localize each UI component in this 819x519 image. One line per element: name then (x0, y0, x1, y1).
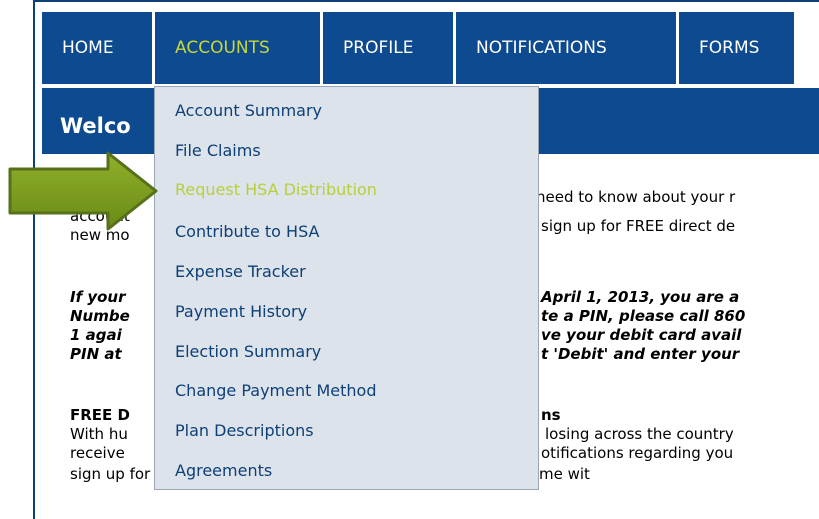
tab-forms[interactable]: FORMS (679, 12, 794, 84)
paragraph-3-heading-right: ns (541, 406, 561, 424)
tab-profile[interactable]: PROFILE (323, 12, 453, 84)
paragraph-2-line-2-right: te a PIN, please call 860 (541, 307, 746, 325)
menu-item-election-summary[interactable]: Election Summary (175, 342, 321, 361)
tab-home[interactable]: HOME (42, 12, 152, 84)
paragraph-2-line-3-right: ve your debit card avail (541, 326, 742, 344)
tab-accounts[interactable]: ACCOUNTS (155, 12, 320, 84)
tab-notifications[interactable]: NOTIFICATIONS (456, 12, 676, 84)
paragraph-3-line-2-right: otifications regarding you (541, 444, 734, 462)
paragraph-3-line-1-left: With hu (70, 425, 128, 443)
menu-item-request-hsa-distribution[interactable]: Request HSA Distribution (175, 180, 377, 199)
menu-item-account-summary[interactable]: Account Summary (175, 101, 322, 120)
paragraph-3-heading-left: FREE D (70, 406, 130, 424)
menu-item-file-claims[interactable]: File Claims (175, 141, 261, 160)
paragraph-1-line-1: need to know about your r (536, 188, 736, 206)
menu-item-change-payment-method[interactable]: Change Payment Method (175, 381, 376, 400)
paragraph-3-line-2-left: receive (70, 444, 125, 462)
menu-item-payment-history[interactable]: Payment History (175, 302, 307, 321)
paragraph-2-line-3-left: 1 agai (70, 326, 122, 344)
paragraph-2-line-1-right: April 1, 2013, you are a (541, 288, 740, 306)
menu-item-contribute-to-hsa[interactable]: Contribute to HSA (175, 222, 319, 241)
menu-item-agreements[interactable]: Agreements (175, 461, 272, 480)
menu-item-plan-descriptions[interactable]: Plan Descriptions (175, 421, 314, 440)
paragraph-2-line-4-left: PIN at (70, 345, 122, 363)
paragraph-2-line-2-left: Numbe (70, 307, 130, 325)
paragraph-2-line-1-left: If your (70, 288, 126, 306)
paragraph-2-line-4-right: t 'Debit' and enter your (541, 345, 740, 363)
menu-item-expense-tracker[interactable]: Expense Tracker (175, 262, 306, 281)
paragraph-1-line-2-right: sign up for FREE direct de (541, 217, 736, 235)
accounts-dropdown-menu: Account Summary File Claims Request HSA … (154, 86, 539, 490)
green-arrow-icon (8, 151, 158, 231)
paragraph-3-line-1-right: losing across the country (545, 425, 734, 443)
main-nav: HOME ACCOUNTS PROFILE NOTIFICATIONS FORM… (42, 12, 797, 84)
welcome-title: Welco (60, 114, 131, 138)
